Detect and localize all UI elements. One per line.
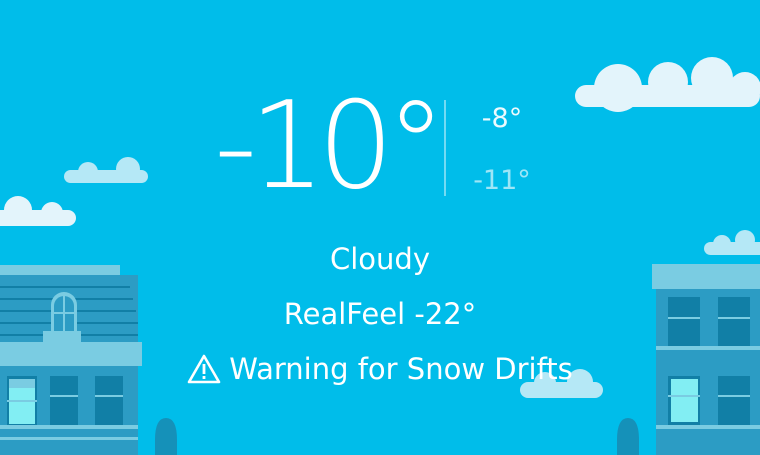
weather-alert-text: Warning for Snow Drifts [229, 352, 573, 386]
tree-icon [155, 418, 177, 455]
weather-condition: Cloudy [330, 242, 430, 276]
tree-icon [617, 418, 639, 455]
realfeel-temperature: RealFeel -22° [283, 297, 477, 331]
weather-scene: -10° -8° -11° Cloudy RealFeel -22° Warni… [0, 0, 760, 455]
low-temperature: -11° [473, 165, 531, 196]
right-building [652, 264, 760, 455]
left-building [0, 265, 142, 455]
temperature-divider [444, 100, 446, 196]
weather-alert-link[interactable]: Warning for Snow Drifts [150, 349, 610, 389]
current-temperature: -10° [214, 77, 446, 216]
warning-triangle-icon [187, 354, 221, 384]
high-temperature: -8° [481, 103, 523, 134]
